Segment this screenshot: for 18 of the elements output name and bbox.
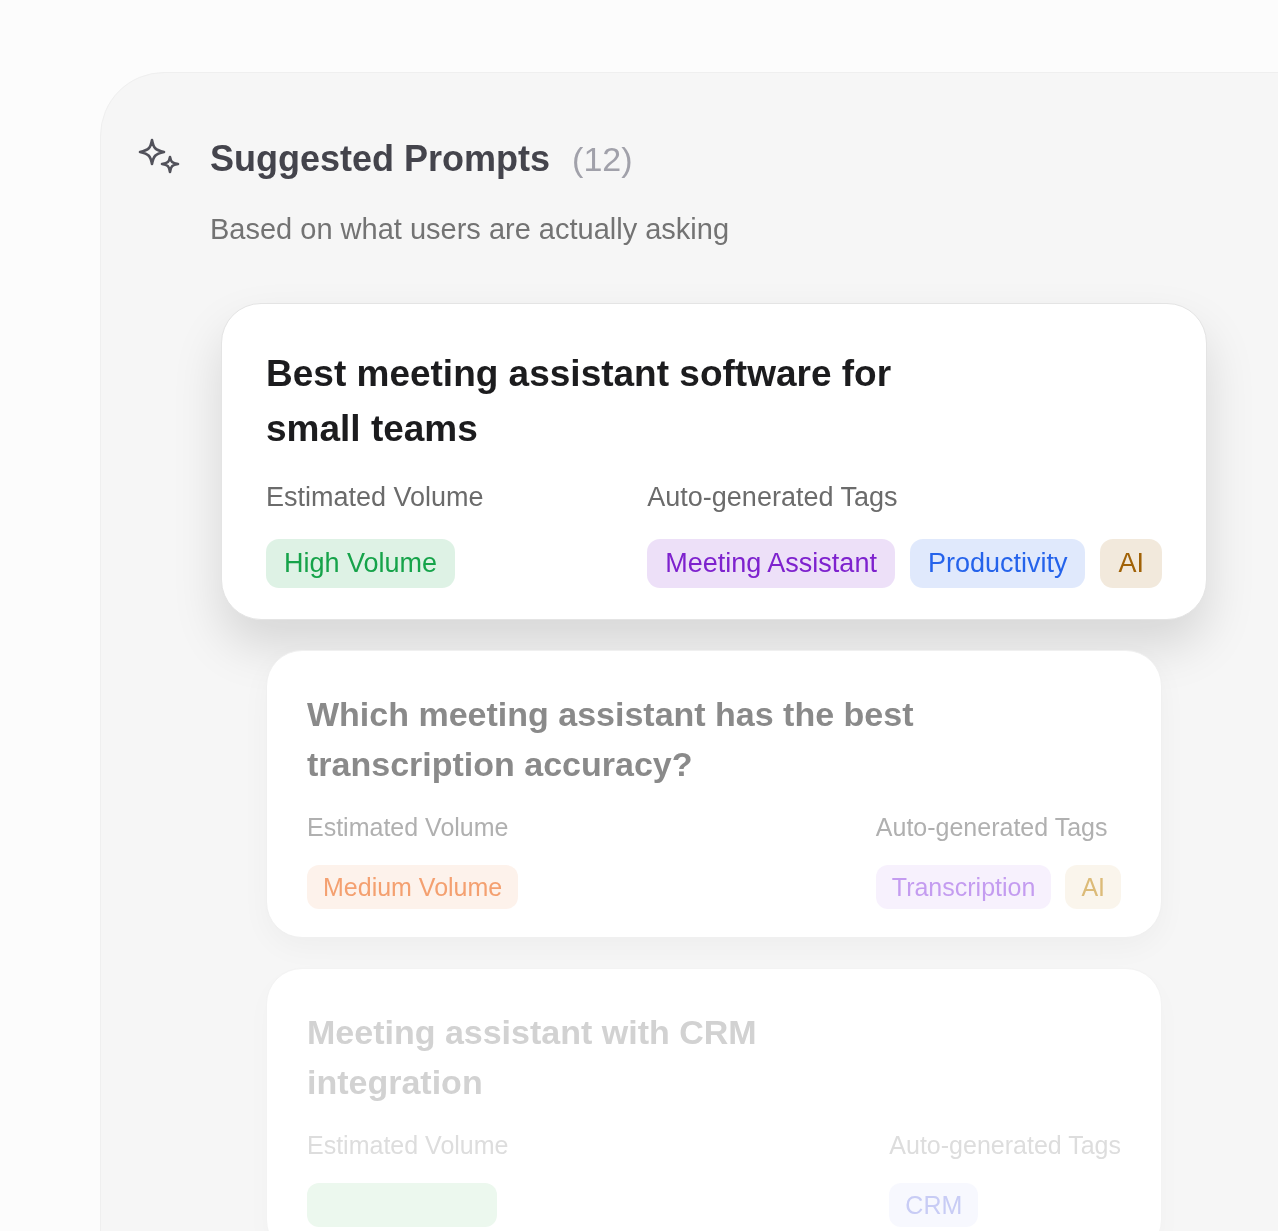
tag-badge: AI <box>1065 865 1121 909</box>
tags-label: Auto-generated Tags <box>875 812 1108 843</box>
prompt-card[interactable]: Which meeting assistant has the best transcription accuracy? Estimated Volume Medium Volume Auto-generated Tags Transcription AI <box>266 650 1162 938</box>
panel-subtitle: Based on what users are actually asking <box>210 212 730 247</box>
prompt-title: Which meeting assistant has the best transcription accuracy? <box>307 694 915 785</box>
volume-label: Estimated Volume <box>266 481 484 514</box>
volume-badge: High Volume <box>266 539 456 588</box>
tag-badge: Productivity <box>909 539 1086 588</box>
tag-badge: Transcription <box>875 865 1052 909</box>
volume-label: Estimated Volume <box>307 812 509 843</box>
prompt-title: Best meeting assistant software for small teams <box>266 352 893 451</box>
prompt-card[interactable]: Best meeting assistant software for small teams Estimated Volume High Volume Auto-generated Tags Meeting Assistant Productivity AI <box>221 303 1207 620</box>
volume-badge: Medium Volume <box>307 865 519 909</box>
panel-title: Suggested Prompts <box>210 137 551 181</box>
prompt-count: (12) <box>572 139 633 180</box>
tag-badge: AI <box>1100 539 1162 588</box>
tags-label: Auto-generated Tags <box>647 481 898 514</box>
tag-badge: Meeting Assistant <box>647 539 895 588</box>
